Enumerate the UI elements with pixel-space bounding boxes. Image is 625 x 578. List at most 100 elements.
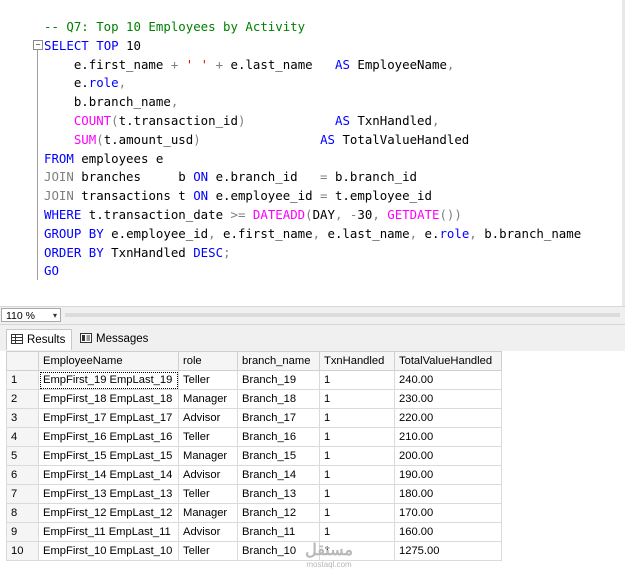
- row-number[interactable]: 4: [6, 427, 39, 447]
- zoom-value: 110 %: [6, 310, 35, 322]
- code-token: ,: [170, 94, 179, 110]
- code-token: AS: [334, 113, 350, 128]
- code-token: GROUP BY: [44, 225, 104, 241]
- grid-cell[interactable]: Teller: [178, 484, 238, 504]
- grid-cell[interactable]: 1: [319, 408, 395, 428]
- code-token: >=: [230, 207, 246, 222]
- grid-cell[interactable]: 1: [319, 389, 395, 409]
- grid-cell[interactable]: EmpFirst_16 EmpLast_16: [38, 427, 179, 447]
- grid-cell[interactable]: 240.00: [394, 370, 502, 390]
- code-token: e.: [44, 75, 89, 91]
- grid-cell[interactable]: 1: [319, 484, 395, 504]
- table-row[interactable]: 4 EmpFirst_16 EmpLast_16 Teller Branch_16 1 2…: [6, 427, 502, 447]
- row-number[interactable]: 9: [6, 522, 39, 542]
- code-line: e.role,: [44, 73, 126, 92]
- table-row[interactable]: 6 EmpFirst_14 EmpLast_14 Advisor Branch_14 1…: [6, 465, 502, 485]
- grid-cell[interactable]: EmpFirst_19 EmpLast_19: [38, 370, 179, 390]
- column-header-employeename[interactable]: EmployeeName: [38, 351, 179, 371]
- grid-cell[interactable]: 190.00: [394, 465, 502, 485]
- column-header-totalvaluehandled[interactable]: TotalValueHandled: [394, 351, 502, 371]
- grid-cell[interactable]: 1: [319, 503, 395, 523]
- row-number[interactable]: 6: [6, 465, 39, 485]
- grid-cell[interactable]: 1: [319, 427, 395, 447]
- grid-cell[interactable]: Branch_13: [237, 484, 320, 504]
- grid-cell[interactable]: Branch_17: [237, 408, 320, 428]
- grid-cell[interactable]: Advisor: [178, 522, 238, 542]
- collapse-toggle[interactable]: −: [33, 40, 43, 50]
- row-number[interactable]: 5: [6, 446, 39, 466]
- code-line: WHERE t.transaction_date >= DATEADD(DAY,…: [44, 205, 462, 224]
- grid-cell[interactable]: 170.00: [394, 503, 502, 523]
- grid-cell[interactable]: Branch_18: [237, 389, 320, 409]
- grid-cell[interactable]: 1: [319, 465, 395, 485]
- grid-cell[interactable]: Advisor: [178, 408, 238, 428]
- code-token: ,: [469, 225, 477, 241]
- grid-cell[interactable]: EmpFirst_15 EmpLast_15: [38, 446, 179, 466]
- column-header-txnhandled[interactable]: TxnHandled: [319, 351, 395, 371]
- table-row[interactable]: 1 EmpFirst_19 EmpLast_19 Teller Branch_19 1 2…: [6, 370, 502, 390]
- zoom-select[interactable]: 110 % ▾: [1, 308, 61, 322]
- grid-cell[interactable]: EmpFirst_13 EmpLast_13: [38, 484, 179, 504]
- row-number[interactable]: 1: [6, 370, 39, 390]
- grid-cell[interactable]: EmpFirst_17 EmpLast_17: [38, 408, 179, 428]
- table-row[interactable]: 10 EmpFirst_10 EmpLast_10 Teller Branch_10 1…: [6, 541, 502, 561]
- grid-cell[interactable]: Branch_12: [237, 503, 320, 523]
- row-number[interactable]: 3: [6, 408, 39, 428]
- table-row[interactable]: 9 EmpFirst_11 EmpLast_11 Advisor Branch_11 1…: [6, 522, 502, 542]
- code-token: b.branch_name: [476, 225, 582, 241]
- grid-cell[interactable]: 180.00: [394, 484, 502, 504]
- grid-cell[interactable]: 220.00: [394, 408, 502, 428]
- query-editor[interactable]: − -- Q7: Top 10 Employees by Activity SEL…: [0, 0, 625, 306]
- table-row[interactable]: 5 EmpFirst_15 EmpLast_15 Manager Branch_15 1…: [6, 446, 502, 466]
- grid-cell[interactable]: 1: [319, 522, 395, 542]
- row-number[interactable]: 10: [6, 541, 39, 561]
- grid-cell[interactable]: Manager: [178, 446, 238, 466]
- grid-cell[interactable]: Branch_14: [237, 465, 320, 485]
- grid-cell[interactable]: Advisor: [178, 465, 238, 485]
- tab-results[interactable]: Results: [6, 329, 73, 350]
- grid-cell[interactable]: EmpFirst_12 EmpLast_12: [38, 503, 179, 523]
- code-token: role: [439, 225, 470, 241]
- table-row[interactable]: 7 EmpFirst_13 EmpLast_13 Teller Branch_13 1 1…: [6, 484, 502, 504]
- grid-cell[interactable]: 1: [319, 446, 395, 466]
- grid-cell[interactable]: EmpFirst_18 EmpLast_18: [38, 389, 179, 409]
- code-token: ' ': [185, 56, 209, 72]
- table-row[interactable]: 2 EmpFirst_18 EmpLast_18 Manager Branch_18 1…: [6, 389, 502, 409]
- grid-cell[interactable]: Branch_16: [237, 427, 320, 447]
- grid-cell[interactable]: EmpFirst_11 EmpLast_11: [38, 522, 179, 542]
- code-token: branches b: [73, 169, 194, 185]
- code-token: SUM: [73, 131, 97, 147]
- grid-cell[interactable]: EmpFirst_10 EmpLast_10: [38, 541, 179, 561]
- code-token: 10: [118, 37, 142, 53]
- grid-cell[interactable]: Branch_19: [237, 370, 320, 390]
- horizontal-scrollbar[interactable]: [65, 313, 620, 317]
- grid-cell[interactable]: Manager: [178, 389, 238, 409]
- row-number[interactable]: 7: [6, 484, 39, 504]
- messages-icon: [80, 333, 92, 343]
- code-token: TxnHandled: [103, 244, 194, 260]
- table-row[interactable]: 3 EmpFirst_17 EmpLast_17 Advisor Branch_17 1…: [6, 408, 502, 428]
- grid-cell[interactable]: Teller: [178, 370, 238, 390]
- grid-cell[interactable]: Teller: [178, 541, 238, 561]
- code-token: ,: [372, 207, 380, 222]
- grid-cell[interactable]: 230.00: [394, 389, 502, 409]
- code-token: b.branch_id: [327, 169, 418, 185]
- row-number[interactable]: 2: [6, 389, 39, 409]
- tab-messages[interactable]: Messages: [76, 329, 154, 350]
- grid-cell[interactable]: EmpFirst_14 EmpLast_14: [38, 465, 179, 485]
- grid-cell[interactable]: 210.00: [394, 427, 502, 447]
- grid-cell[interactable]: Branch_11: [237, 522, 320, 542]
- grid-cell[interactable]: Branch_15: [237, 446, 320, 466]
- column-header-role[interactable]: role: [178, 351, 238, 371]
- code-token: DATEADD: [252, 207, 306, 222]
- column-header-branch-name[interactable]: branch_name: [237, 351, 320, 371]
- table-row[interactable]: 8 EmpFirst_12 EmpLast_12 Manager Branch_12 1…: [6, 503, 502, 523]
- grid-cell[interactable]: 200.00: [394, 446, 502, 466]
- row-number-header[interactable]: [6, 351, 39, 371]
- grid-cell[interactable]: 1: [319, 370, 395, 390]
- grid-cell[interactable]: 160.00: [394, 522, 502, 542]
- row-number[interactable]: 8: [6, 503, 39, 523]
- grid-cell[interactable]: Teller: [178, 427, 238, 447]
- grid-cell[interactable]: 1275.00: [394, 541, 502, 561]
- grid-cell[interactable]: Manager: [178, 503, 238, 523]
